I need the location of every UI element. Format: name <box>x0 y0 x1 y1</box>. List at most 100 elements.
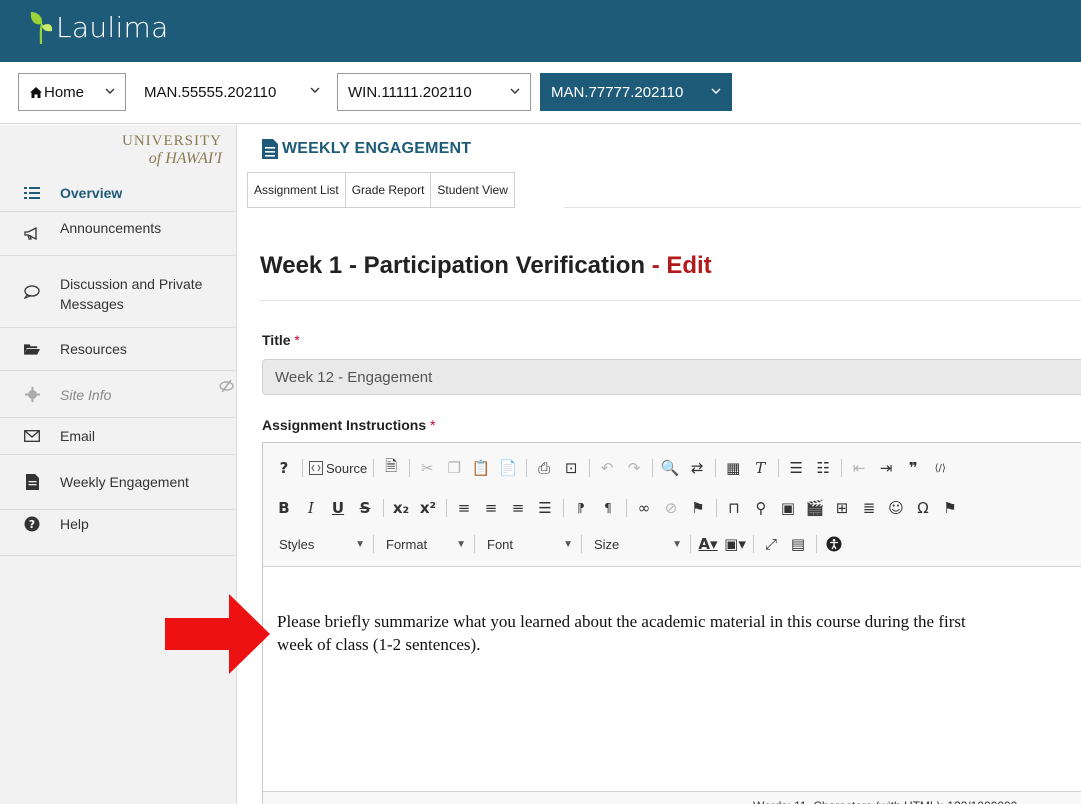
align-right-icon[interactable]: ≡ <box>507 497 529 519</box>
cut-icon[interactable]: ✂ <box>416 457 438 479</box>
find-icon[interactable]: 🔍 <box>659 457 681 479</box>
anchor-flag-icon[interactable]: ⚑ <box>687 497 709 519</box>
table-icon[interactable]: ⊞ <box>831 497 853 519</box>
edit-label: - Edit <box>651 252 712 279</box>
site-tab-label: Home <box>44 83 85 101</box>
rich-text-editor: ? Source 🗎 ✂ ❐ 📋 📄 ⎙ ⊡ ↶ ↷ 🔍 ⇄ ▦ T ☰ ☷ ⇤… <box>262 442 1081 804</box>
divider <box>260 300 1081 301</box>
copy-icon[interactable]: ❐ <box>443 457 465 479</box>
link-icon[interactable]: ∞ <box>633 497 655 519</box>
new-page-icon[interactable]: 🗎 <box>380 457 402 479</box>
numbered-list-icon[interactable]: ☰ <box>785 457 807 479</box>
superscript-icon[interactable]: x² <box>417 497 439 519</box>
styles-label: Styles <box>279 536 315 552</box>
separator <box>716 499 717 517</box>
eye-slash-icon <box>219 379 234 395</box>
separator <box>409 459 411 477</box>
text-color-icon[interactable]: A▾ <box>697 533 719 555</box>
title-input[interactable]: Week 12 - Engagement <box>262 359 1081 395</box>
smiley-icon[interactable]: ☺ <box>885 497 907 519</box>
help-icon[interactable]: ? <box>273 457 295 479</box>
sidebar-item-overview[interactable]: Overview <box>0 175 236 212</box>
tab-grade-report[interactable]: Grade Report <box>344 172 431 208</box>
university-logo-line2: of HAWAI'I <box>148 150 222 167</box>
media-icon[interactable]: 🎬 <box>804 497 826 519</box>
subscript-icon[interactable]: x₂ <box>390 497 412 519</box>
separator <box>302 459 303 477</box>
bulleted-list-icon[interactable]: ☷ <box>812 457 834 479</box>
strikethrough-icon[interactable]: S <box>354 497 376 519</box>
size-label: Size <box>594 536 620 552</box>
site-tab-home[interactable]: Home <box>18 73 126 111</box>
separator <box>581 535 582 553</box>
link-tool-icon[interactable]: ⚲ <box>750 497 772 519</box>
undo-icon[interactable]: ↶ <box>596 457 618 479</box>
app: Laulima Home MAN.55555.202110 WIN.11111.… <box>0 0 1081 804</box>
format-label: Format <box>386 536 428 552</box>
sidebar-item-discussion[interactable]: Discussion and Private Messages <box>0 256 236 328</box>
horizontal-line-icon[interactable]: ≣ <box>858 497 880 519</box>
paste-icon[interactable]: 📋 <box>470 457 492 479</box>
sidebar-item-help[interactable]: ? Help <box>0 510 236 556</box>
remove-format-icon[interactable]: T <box>749 457 771 479</box>
bold-icon[interactable]: B <box>273 497 295 519</box>
italic-icon[interactable]: I <box>300 497 322 519</box>
app-name: Laulima <box>56 10 169 44</box>
paste-text-icon[interactable]: 📄 <box>497 457 519 479</box>
div-container-icon[interactable]: ⟨/⟩ <box>929 457 951 479</box>
styles-dropdown[interactable]: Styles ▼ <box>273 533 371 555</box>
site-tab-win11111[interactable]: WIN.11111.202110 <box>337 73 531 111</box>
align-center-icon[interactable]: ≡ <box>480 497 502 519</box>
chevron-down-icon <box>711 88 721 94</box>
editor-status-bar: Words: 11, Characters (with HTML): 123/1… <box>263 791 1081 804</box>
sidebar-item-site-info[interactable]: Site Info <box>0 371 236 418</box>
site-tab-man77777[interactable]: MAN.77777.202110 <box>540 73 732 111</box>
page-title: Week 1 - Participation Verification - Ed… <box>260 252 712 280</box>
replace-icon[interactable]: ⇄ <box>686 457 708 479</box>
size-dropdown[interactable]: Size ▼ <box>588 533 688 555</box>
site-tab-man55555[interactable]: MAN.55555.202110 <box>134 73 330 111</box>
outdent-icon[interactable]: ⇤ <box>848 457 870 479</box>
sidebar-item-label: Site Info <box>60 387 112 403</box>
unlink-icon[interactable]: ⊘ <box>660 497 682 519</box>
redo-icon[interactable]: ↷ <box>623 457 645 479</box>
editor-content-area[interactable]: Please briefly summarize what you learne… <box>263 567 1081 791</box>
folder-icon <box>24 341 40 357</box>
accessibility-icon[interactable] <box>823 533 845 555</box>
special-char-icon[interactable]: Ω <box>912 497 934 519</box>
source-button[interactable]: Source <box>309 461 367 476</box>
templates-icon[interactable]: ⊡ <box>560 457 582 479</box>
tab-assignment-list[interactable]: Assignment List <box>247 172 345 208</box>
show-blocks-icon[interactable]: ▤ <box>787 533 809 555</box>
image-icon[interactable]: ▣ <box>777 497 799 519</box>
rtl-icon[interactable]: ¶ <box>597 497 619 519</box>
megaphone-icon <box>24 226 40 242</box>
justify-icon[interactable]: ☰ <box>534 497 556 519</box>
envelope-icon <box>24 428 40 444</box>
laulima-logo[interactable]: Laulima <box>28 8 169 46</box>
sidebar-item-resources[interactable]: Resources <box>0 328 236 371</box>
background-color-icon[interactable]: ▣▾ <box>724 533 746 555</box>
question-circle-icon: ? <box>24 516 40 532</box>
sidebar-item-label: Help <box>60 516 89 532</box>
title-label-text: Title <box>262 332 291 348</box>
indent-icon[interactable]: ⇥ <box>875 457 897 479</box>
flag-icon[interactable]: ⚑ <box>939 497 961 519</box>
sidebar-item-announcements[interactable]: Announcements <box>0 212 236 256</box>
sidebar-item-weekly-engagement[interactable]: Weekly Engagement <box>0 455 236 510</box>
tab-student-view[interactable]: Student View <box>430 172 515 208</box>
font-dropdown[interactable]: Font ▼ <box>481 533 579 555</box>
ltr-icon[interactable]: ⁋ <box>570 497 592 519</box>
format-dropdown[interactable]: Format ▼ <box>380 533 472 555</box>
site-tab-label: MAN.77777.202110 <box>551 83 684 101</box>
sidebar-item-email[interactable]: Email <box>0 418 236 455</box>
cart-icon[interactable]: ⊓ <box>723 497 745 519</box>
separator <box>753 535 754 553</box>
blockquote-icon[interactable]: ❞ <box>902 457 924 479</box>
separator <box>526 459 528 477</box>
align-left-icon[interactable]: ≡ <box>453 497 475 519</box>
maximize-icon[interactable]: ⤢ <box>760 533 782 555</box>
select-all-icon[interactable]: ▦ <box>722 457 744 479</box>
print-icon[interactable]: ⎙ <box>533 457 555 479</box>
underline-icon[interactable]: U <box>327 497 349 519</box>
